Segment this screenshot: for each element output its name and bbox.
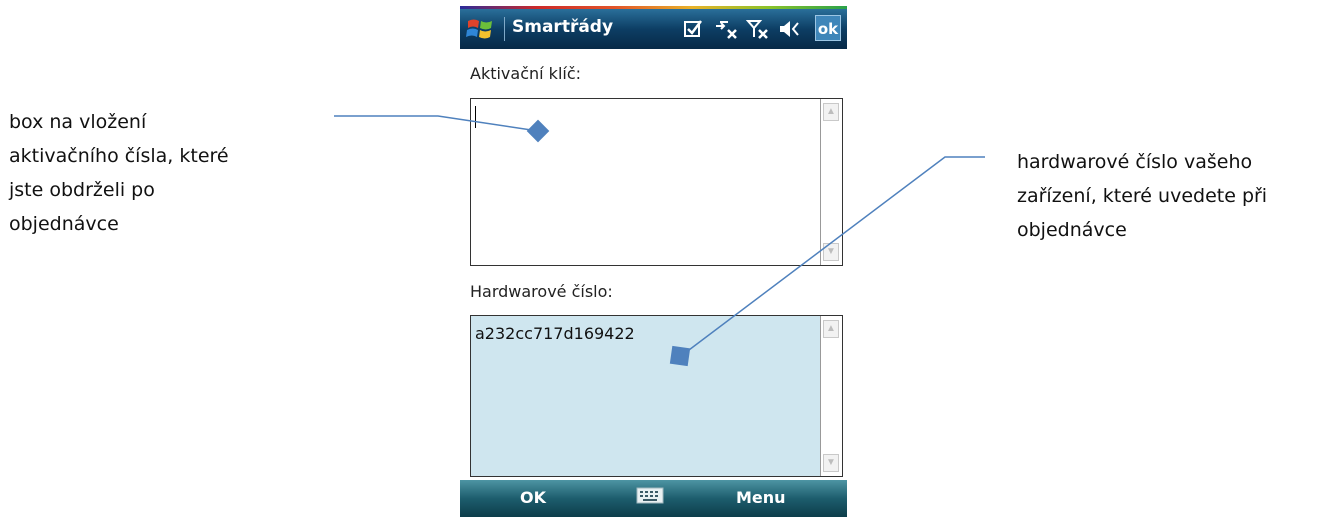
softkey-bar: OK Menu: [460, 480, 847, 517]
annotation-line: aktivačního čísla, které: [9, 145, 229, 167]
windows-start-icon[interactable]: [465, 16, 497, 42]
connectivity-icon[interactable]: [714, 18, 738, 40]
annotation-line: jste obdrželi po: [9, 179, 155, 201]
scroll-down-icon[interactable]: ▼: [823, 243, 839, 261]
title-bar-accent: [460, 6, 847, 9]
hardware-number-value: a232cc717d169422: [475, 324, 635, 343]
keyboard-icon[interactable]: [636, 486, 664, 506]
softkey-menu[interactable]: Menu: [736, 488, 786, 507]
annotation-line: box na vložení: [9, 111, 147, 133]
checkbox-icon[interactable]: [682, 18, 706, 40]
scroll-down-icon[interactable]: ▼: [823, 454, 839, 472]
text-cursor: [475, 106, 476, 128]
annotation-activation-box: box na vložení aktivačního čísla, které …: [9, 105, 309, 241]
annotation-line: objednávce: [9, 213, 119, 235]
hardware-number-label: Hardwarové číslo:: [470, 282, 613, 301]
title-separator: [504, 17, 505, 41]
annotation-hardware-number: hardwarové číslo vašeho zařízení, které …: [1017, 145, 1327, 247]
activation-key-label: Aktivační klíč:: [470, 64, 582, 83]
softkey-ok[interactable]: OK: [520, 488, 546, 507]
title-bar: Smartřády ok: [460, 6, 847, 49]
signal-off-icon[interactable]: [745, 18, 770, 40]
activation-key-input[interactable]: ▲ ▼: [470, 98, 843, 266]
activation-key-scrollbar[interactable]: ▲ ▼: [820, 99, 842, 265]
scroll-up-icon[interactable]: ▲: [823, 103, 839, 121]
ok-button[interactable]: ok: [815, 15, 841, 41]
annotation-line: zařízení, které uvedete při: [1017, 185, 1268, 207]
hardware-number-field[interactable]: a232cc717d169422 ▲ ▼: [470, 315, 843, 477]
volume-icon[interactable]: [778, 18, 802, 40]
annotation-line: objednávce: [1017, 219, 1127, 241]
app-title: Smartřády: [512, 17, 614, 37]
device-screen: Smartřády ok Aktivační klíč: ▲ ▼ Hardwar…: [460, 0, 847, 517]
hardware-number-scrollbar[interactable]: ▲ ▼: [820, 316, 842, 476]
annotation-line: hardwarové číslo vašeho: [1017, 151, 1253, 173]
scroll-up-icon[interactable]: ▲: [823, 320, 839, 338]
